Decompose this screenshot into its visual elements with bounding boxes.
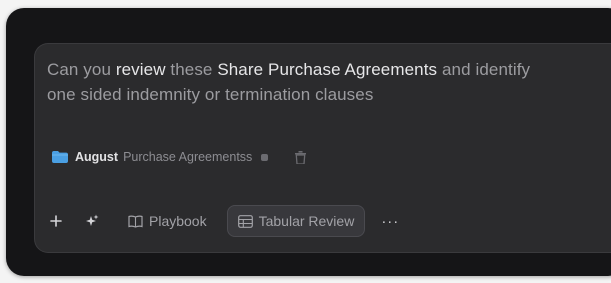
playbook-label: Playbook	[149, 213, 207, 229]
tabular-review-button[interactable]: Tabular Review	[226, 205, 366, 237]
prompt-line-1: Can you review these Share Purchase Agre…	[47, 57, 611, 82]
attachment-status-dot	[261, 153, 269, 161]
ai-assist-button[interactable]	[80, 209, 104, 233]
prompt-text[interactable]: Can you review these Share Purchase Agre…	[47, 57, 611, 107]
sparkle-icon	[86, 214, 99, 226]
more-options-button[interactable]: ···	[373, 213, 407, 230]
prompt-line-2: one sided indemnity or termination claus…	[47, 85, 374, 104]
book-icon	[128, 215, 143, 228]
prompt-text-segment: and identify	[437, 60, 531, 79]
table-icon	[237, 214, 253, 228]
tabular-review-label: Tabular Review	[258, 213, 355, 229]
attachment-name: Purchase Agreementss	[123, 150, 253, 164]
trash-icon[interactable]	[295, 150, 307, 164]
attachment-chip[interactable]: August Purchase Agreementss	[52, 147, 307, 167]
prompt-text-segment: Can you	[47, 60, 116, 79]
attachment-owner: August	[75, 150, 119, 164]
prompt-highlight-review: review	[115, 60, 166, 79]
add-button[interactable]	[44, 209, 68, 233]
plus-icon	[50, 215, 62, 227]
playbook-button[interactable]: Playbook	[118, 206, 217, 236]
composer-toolbar: Playbook Tabular Review ···	[44, 205, 407, 237]
folder-icon	[52, 151, 68, 163]
prompt-highlight-agreements: Share Purchase Agreements	[217, 60, 438, 79]
prompt-text-segment: these	[165, 60, 218, 79]
